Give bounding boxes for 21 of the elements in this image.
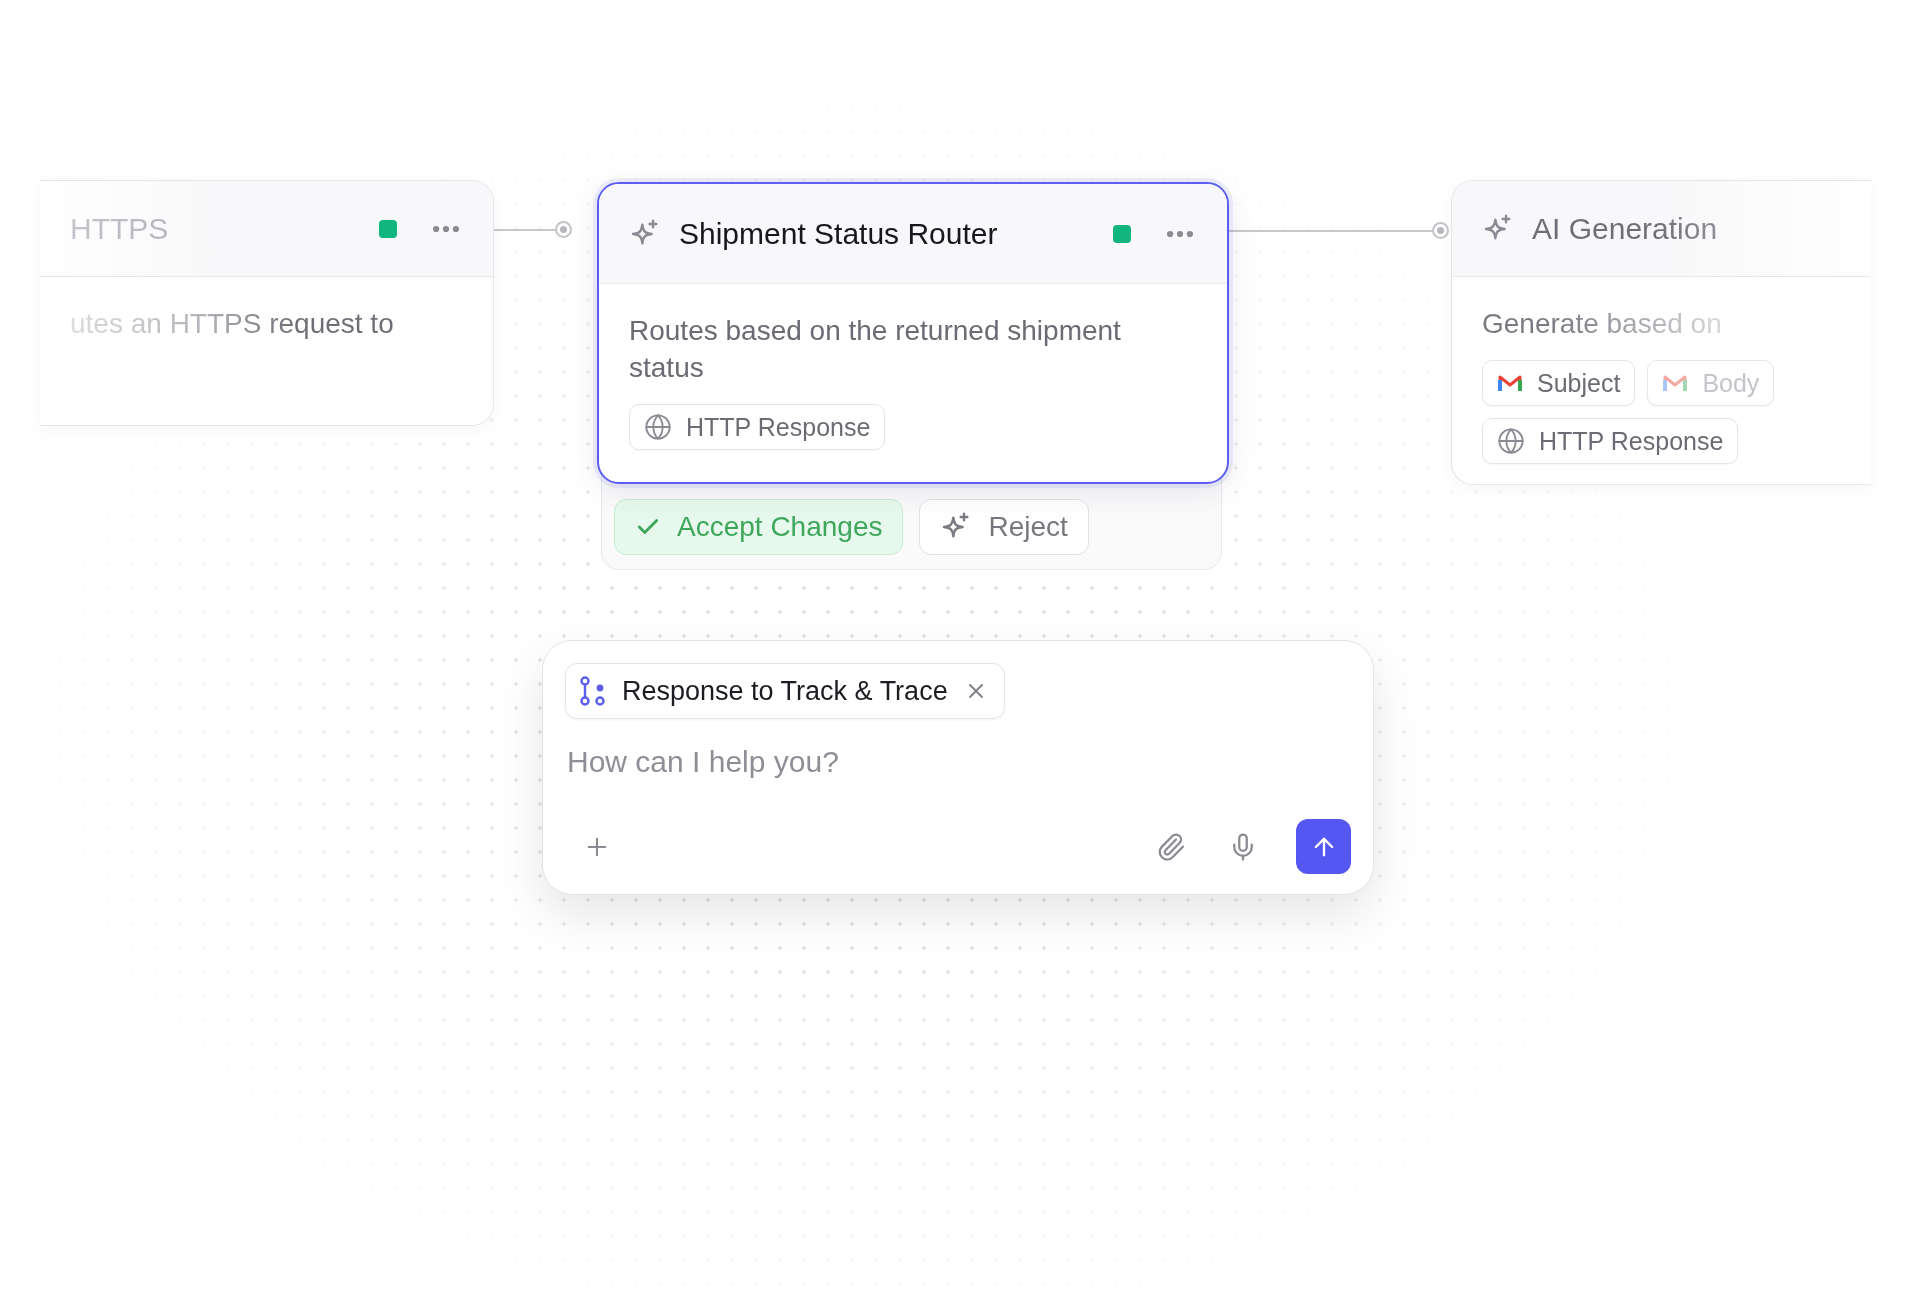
accept-button[interactable]: Accept Changes (614, 499, 904, 555)
globe-icon (1497, 427, 1525, 455)
send-button[interactable] (1296, 819, 1351, 874)
variable-chip: HTTP Response (629, 404, 886, 450)
variable-chip: Subject (1482, 360, 1636, 406)
node-title: Shipment Status Router (679, 216, 999, 251)
node-description: Routes based on the returned shipment status (629, 314, 1122, 385)
variable-chip: HTTP Response (1482, 418, 1739, 464)
connection-port[interactable] (1432, 222, 1449, 239)
reject-button[interactable]: Reject (919, 499, 1089, 555)
node-card[interactable]: Shipment Status Router Routes based on the returned shipment status HTTP Response (597, 182, 1229, 484)
connection-port[interactable] (555, 221, 572, 238)
workflow-icon (580, 676, 606, 706)
node-card[interactable]: AI Generation Generate based on Subject Body HTTP Response (1451, 180, 1871, 485)
paperclip-icon (1156, 831, 1186, 862)
message-input[interactable]: How can I help you? (567, 741, 1351, 783)
mail-icon (1497, 373, 1523, 393)
globe-icon (644, 413, 672, 441)
mail-icon (1662, 373, 1689, 393)
variable-chip: Body (1647, 360, 1775, 406)
context-label: Response to Track & Trace (622, 675, 948, 707)
